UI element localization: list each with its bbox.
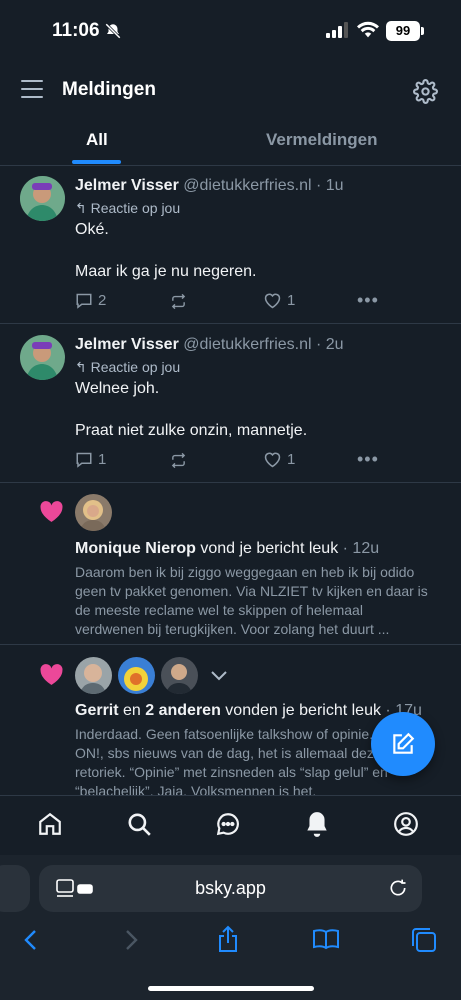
reply-icon xyxy=(76,452,92,468)
like-notification[interactable]: Monique Nierop vond je bericht leuk · 12… xyxy=(0,483,461,644)
tab-all[interactable]: All xyxy=(86,130,108,150)
reply-icon xyxy=(76,293,92,309)
forward-icon[interactable] xyxy=(122,928,140,952)
bottom-nav xyxy=(0,795,461,855)
chat-icon[interactable] xyxy=(215,811,241,837)
liked-post-preview[interactable]: Daarom ben ik bij ziggo weggegaan en heb… xyxy=(75,563,435,639)
menu-icon[interactable] xyxy=(21,80,43,100)
like-button[interactable]: 1 xyxy=(263,451,295,468)
heart-icon xyxy=(264,293,281,309)
reply-arrow-icon: ↰ xyxy=(75,359,87,375)
like-count: 1 xyxy=(287,451,296,468)
battery-level: 99 xyxy=(386,21,420,41)
reply-context-label: Reactie op jou xyxy=(90,359,181,375)
actor-name[interactable]: Monique Nierop xyxy=(75,540,196,557)
search-icon[interactable] xyxy=(126,811,152,837)
heart-filled-icon xyxy=(40,501,63,522)
battery-tip xyxy=(421,27,424,35)
like-count: 1 xyxy=(287,292,296,309)
author-handle[interactable]: @dietukkerfries.nl xyxy=(183,177,311,194)
post-time: · 1u xyxy=(316,177,344,194)
home-indicator xyxy=(148,986,314,991)
page-title: Meldingen xyxy=(62,79,156,100)
repost-icon[interactable] xyxy=(170,452,187,469)
avatar[interactable] xyxy=(20,335,65,380)
status-time: 11:06 xyxy=(52,20,100,41)
wifi-icon xyxy=(357,21,379,38)
like-action: vonden je bericht leuk xyxy=(220,702,381,719)
reply-arrow-icon: ↰ xyxy=(75,200,87,216)
tab-indicator xyxy=(72,160,121,164)
like-button[interactable]: 1 xyxy=(263,292,295,309)
reply-notification[interactable]: Jelmer Visser @dietukkerfries.nl · 1u ↰ … xyxy=(0,166,461,323)
tab-mentions[interactable]: Vermeldingen xyxy=(266,130,377,150)
like-joiner: en xyxy=(118,702,146,719)
avatar[interactable] xyxy=(20,176,65,221)
avatar[interactable] xyxy=(118,657,155,694)
compose-button[interactable] xyxy=(371,712,435,776)
back-icon[interactable] xyxy=(22,928,40,952)
bookmarks-icon[interactable] xyxy=(312,928,340,950)
post-line: Maar ik ga je nu negeren. xyxy=(75,263,257,280)
reply-context: ↰ Reactie op jou xyxy=(75,200,180,217)
author-name[interactable]: Jelmer Visser xyxy=(75,177,179,194)
like-action: vond je bericht leuk xyxy=(195,540,339,557)
home-icon[interactable] xyxy=(37,811,63,837)
gear-icon[interactable] xyxy=(413,79,438,104)
reply-count: 1 xyxy=(98,451,107,468)
reply-context: ↰ Reactie op jou xyxy=(75,359,180,376)
reload-icon[interactable] xyxy=(388,878,408,898)
more-icon[interactable]: ••• xyxy=(357,449,379,470)
more-icon[interactable]: ••• xyxy=(357,290,379,311)
profile-icon[interactable] xyxy=(393,811,419,837)
repost-icon[interactable] xyxy=(170,293,187,310)
reply-button[interactable]: 1 xyxy=(75,451,106,468)
status-bar: 11:06 99 xyxy=(0,0,461,62)
post-line: Oké. xyxy=(75,221,109,238)
heart-icon xyxy=(264,452,281,468)
avatar[interactable] xyxy=(75,657,112,694)
tabs-icon[interactable] xyxy=(411,927,437,953)
heart-filled-icon xyxy=(40,664,63,685)
chevron-down-icon[interactable] xyxy=(210,670,228,682)
author-handle[interactable]: @dietukkerfries.nl xyxy=(183,336,311,353)
bell-icon[interactable] xyxy=(304,810,330,838)
avatar[interactable] xyxy=(161,657,198,694)
like-time: · 12u xyxy=(338,540,380,557)
bell-off-icon xyxy=(105,23,121,39)
share-icon[interactable] xyxy=(216,925,240,953)
reply-notification[interactable]: Jelmer Visser @dietukkerfries.nl · 2u ↰ … xyxy=(0,324,461,482)
reply-count: 2 xyxy=(98,292,107,309)
actor-name[interactable]: Gerrit xyxy=(75,702,119,719)
author-name[interactable]: Jelmer Visser xyxy=(75,336,179,353)
post-time: · 2u xyxy=(316,336,344,353)
reply-context-label: Reactie op jou xyxy=(90,200,181,216)
others-count[interactable]: 2 anderen xyxy=(145,702,221,719)
post-line: Welnee joh. xyxy=(75,380,160,397)
avatar[interactable] xyxy=(75,494,112,531)
signal-icon xyxy=(326,22,348,38)
reply-button[interactable]: 2 xyxy=(75,292,106,309)
compose-icon xyxy=(393,732,415,754)
post-line: Praat niet zulke onzin, mannetje. xyxy=(75,422,308,439)
